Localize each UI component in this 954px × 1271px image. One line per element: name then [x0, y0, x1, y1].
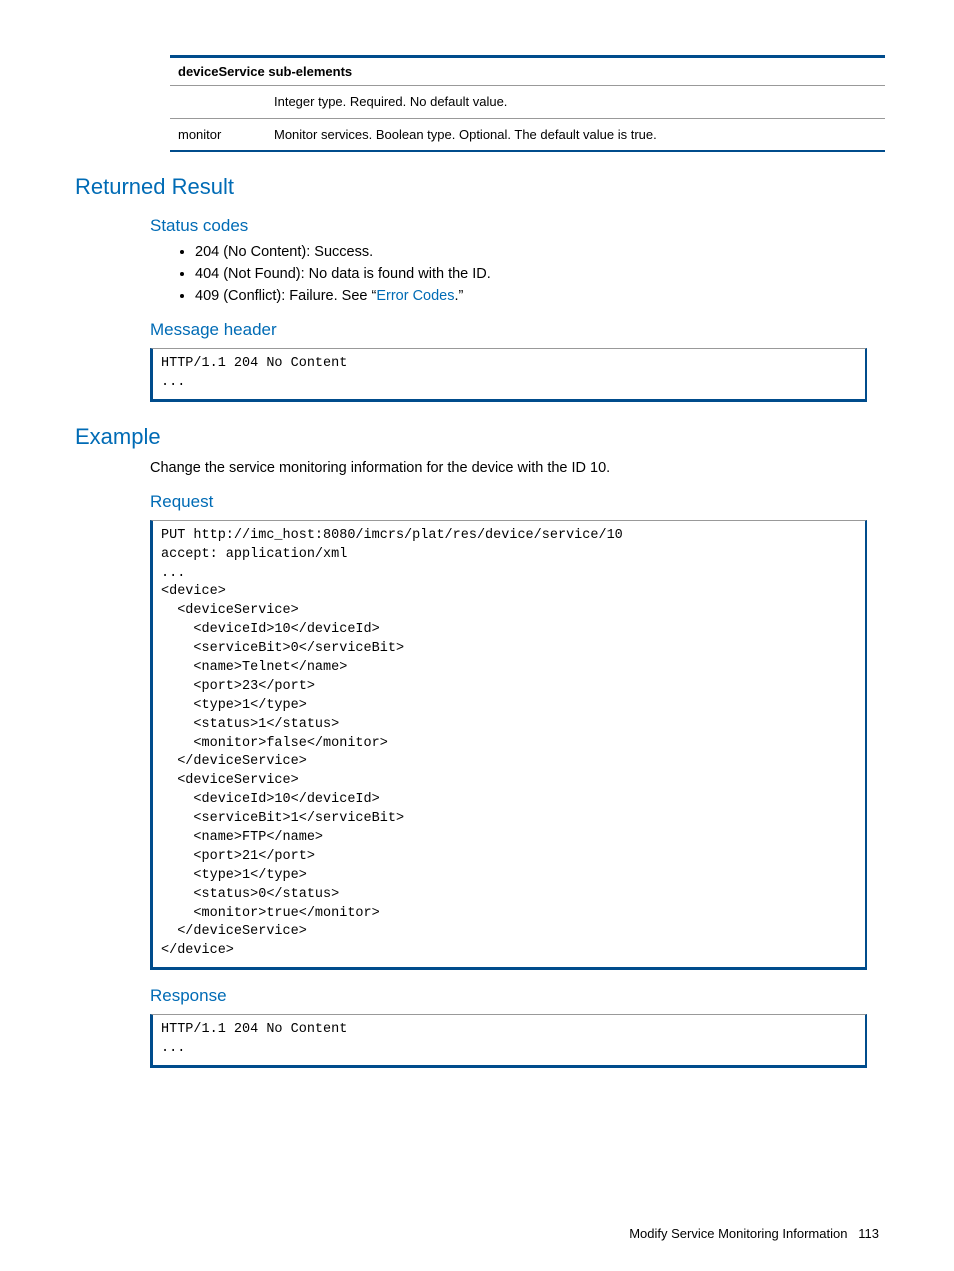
status-codes-list: 204 (No Content): Success. 404 (Not Foun… — [175, 244, 879, 304]
error-codes-link[interactable]: Error Codes — [376, 288, 454, 304]
page-number: 113 — [858, 1226, 879, 1241]
status-codes-heading: Status codes — [150, 216, 879, 236]
text: .” — [455, 288, 464, 304]
request-heading: Request — [150, 492, 879, 512]
list-item: 409 (Conflict): Failure. See “Error Code… — [195, 288, 879, 304]
returned-result-heading: Returned Result — [75, 174, 879, 200]
text: 409 (Conflict): Failure. See “ — [195, 288, 376, 304]
page-footer: Modify Service Monitoring Information 11… — [629, 1226, 879, 1241]
response-heading: Response — [150, 986, 879, 1006]
request-code: PUT http://imc_host:8080/imcrs/plat/res/… — [150, 520, 867, 970]
footer-title: Modify Service Monitoring Information — [629, 1226, 847, 1241]
message-header-code: HTTP/1.1 204 No Content ... — [150, 348, 867, 402]
table-row: Integer type. Required. No default value… — [170, 86, 885, 119]
table-header: deviceService sub-elements — [170, 57, 885, 86]
cell: Integer type. Required. No default value… — [266, 86, 885, 119]
list-item: 404 (Not Found): No data is found with t… — [195, 266, 879, 282]
message-header-heading: Message header — [150, 320, 879, 340]
table-row: monitor Monitor services. Boolean type. … — [170, 118, 885, 151]
cell — [170, 86, 266, 119]
list-item: 204 (No Content): Success. — [195, 244, 879, 260]
example-heading: Example — [75, 424, 879, 450]
response-code: HTTP/1.1 204 No Content ... — [150, 1014, 867, 1068]
example-intro: Change the service monitoring informatio… — [150, 460, 879, 476]
cell: monitor — [170, 118, 266, 151]
cell: Monitor services. Boolean type. Optional… — [266, 118, 885, 151]
sub-elements-table: deviceService sub-elements Integer type.… — [170, 55, 885, 152]
